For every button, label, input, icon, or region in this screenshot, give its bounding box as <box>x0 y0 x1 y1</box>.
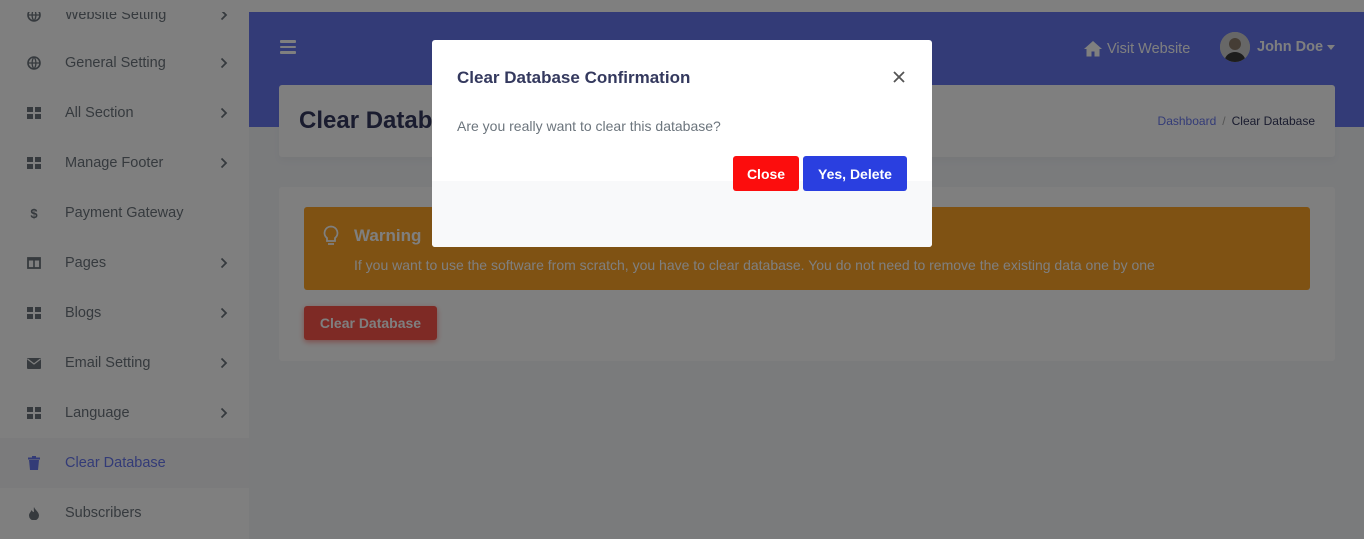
confirm-delete-button[interactable]: Yes, Delete <box>803 156 907 191</box>
modal-close-button[interactable]: Close <box>733 156 799 191</box>
confirmation-modal: Clear Database Confirmation Are you real… <box>432 40 932 247</box>
close-icon[interactable] <box>892 70 906 84</box>
modal-title: Clear Database Confirmation <box>457 68 691 87</box>
modal-body-text: Are you really want to clear this databa… <box>457 118 721 134</box>
